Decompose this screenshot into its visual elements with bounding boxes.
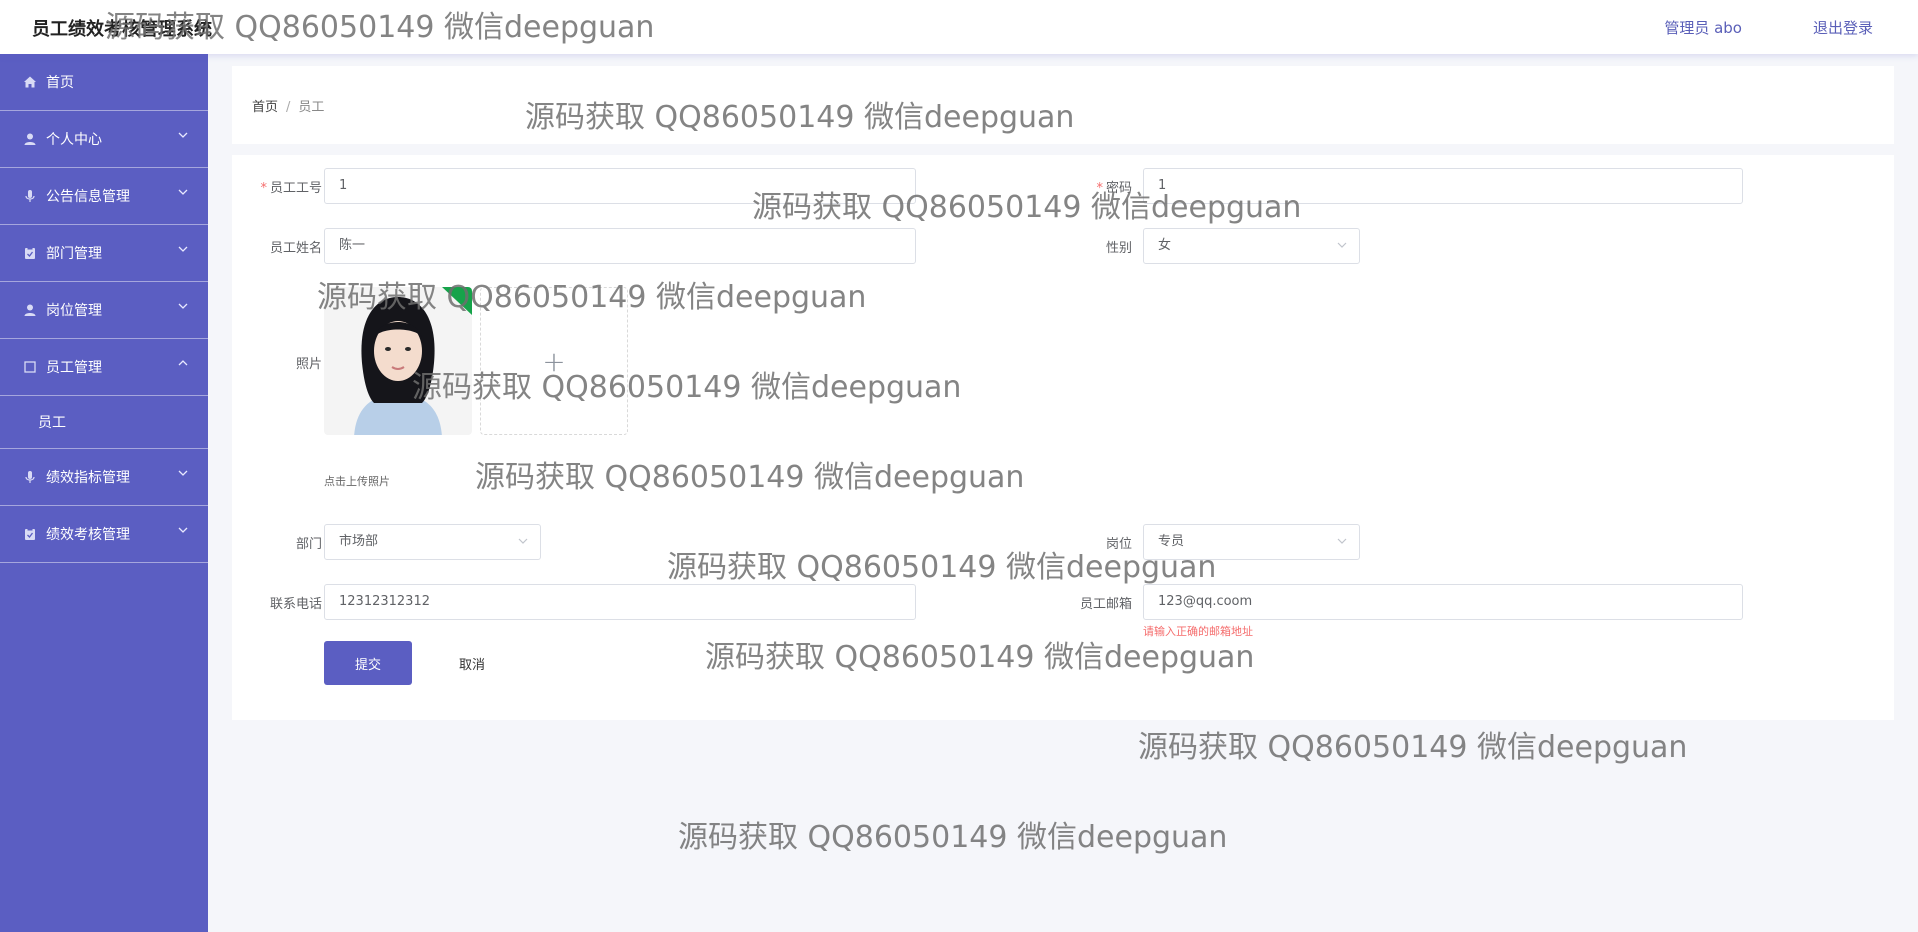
breadcrumb-card: 首页 / 员工 bbox=[232, 66, 1894, 144]
chevron-down-icon bbox=[1337, 229, 1347, 263]
sidebar-item-position[interactable]: 岗位管理 bbox=[0, 282, 208, 339]
square-icon bbox=[20, 360, 40, 374]
sidebar-item-label: 绩效考核管理 bbox=[46, 527, 130, 543]
gender-select[interactable]: 女 bbox=[1143, 228, 1360, 264]
sidebar-item-announcement[interactable]: 公告信息管理 bbox=[0, 168, 208, 225]
name-input[interactable]: 陈一 bbox=[324, 228, 916, 264]
home-icon bbox=[20, 75, 40, 89]
photo-label: 照片 bbox=[295, 357, 322, 372]
employee-no-label: * 员工工号 bbox=[260, 181, 322, 196]
breadcrumb: 首页 / 员工 bbox=[252, 96, 324, 115]
top-bar: 员工绩效考核管理系统 管理员 abo 退出登录 bbox=[0, 0, 1918, 54]
sidebar-item-performance-assessment[interactable]: 绩效考核管理 bbox=[0, 506, 208, 563]
chevron-down-icon bbox=[178, 299, 188, 313]
department-value: 市场部 bbox=[339, 534, 379, 549]
position-select[interactable]: 专员 bbox=[1143, 524, 1360, 560]
chevron-down-icon bbox=[178, 128, 188, 142]
sidebar-item-label: 部门管理 bbox=[46, 246, 102, 262]
chevron-down-icon bbox=[1337, 525, 1347, 559]
sidebar-item-label: 首页 bbox=[46, 75, 74, 91]
sidebar-item-personal-center[interactable]: 个人中心 bbox=[0, 111, 208, 168]
chevron-down-icon bbox=[178, 466, 188, 480]
logout-link[interactable]: 退出登录 bbox=[1813, 17, 1873, 38]
chevron-down-icon bbox=[178, 242, 188, 256]
phone-label: 联系电话 bbox=[269, 597, 322, 612]
email-input[interactable]: 123@qq.coom bbox=[1143, 584, 1743, 620]
sidebar: 首页 个人中心 公告信息管理 部门管理 岗位管理 员工管理 员工 绩效指标管理 … bbox=[0, 54, 208, 932]
position-value: 专员 bbox=[1158, 534, 1185, 549]
password-input[interactable]: 1 bbox=[1143, 168, 1743, 204]
chevron-down-icon bbox=[518, 525, 528, 559]
upload-hint: 点击上传照片 bbox=[324, 475, 390, 488]
sidebar-item-label: 绩效指标管理 bbox=[46, 470, 130, 486]
portrait-image bbox=[324, 287, 472, 435]
email-label: 员工邮箱 bbox=[1079, 597, 1132, 612]
user-icon bbox=[20, 303, 40, 317]
employee-photo[interactable] bbox=[324, 287, 472, 435]
gender-value: 女 bbox=[1158, 238, 1172, 253]
current-user-label: 管理员 abo bbox=[1664, 19, 1742, 37]
clipboard-icon bbox=[20, 246, 40, 260]
employee-form: * 员工工号 1 * 密码 1 员工姓名 陈一 性别 女 照片 + 点击上传照片 部… bbox=[232, 155, 1894, 720]
breadcrumb-current: 员工 bbox=[298, 100, 325, 115]
sidebar-item-home[interactable]: 首页 bbox=[0, 54, 208, 111]
position-label: 岗位 bbox=[1105, 537, 1132, 552]
plus-icon: + bbox=[542, 344, 566, 378]
breadcrumb-home-link[interactable]: 首页 bbox=[252, 100, 278, 115]
employee-no-input[interactable]: 1 bbox=[324, 168, 916, 204]
photo-upload-box[interactable]: + bbox=[480, 287, 628, 435]
password-label: * 密码 bbox=[1096, 181, 1132, 196]
sidebar-item-performance-indicator[interactable]: 绩效指标管理 bbox=[0, 449, 208, 506]
gender-label: 性别 bbox=[1105, 241, 1132, 256]
sidebar-item-label: 公告信息管理 bbox=[46, 189, 130, 205]
breadcrumb-separator: / bbox=[286, 100, 291, 115]
chevron-up-icon bbox=[178, 356, 188, 370]
chevron-down-icon bbox=[178, 523, 188, 537]
submit-button[interactable]: 提交 bbox=[324, 641, 412, 685]
watermark: 源码获取 QQ86050149 微信deepguan bbox=[1138, 730, 1688, 765]
app-title: 员工绩效考核管理系统 bbox=[32, 19, 212, 40]
sidebar-item-label: 岗位管理 bbox=[46, 303, 102, 319]
email-error-text: 请输入正确的邮箱地址 bbox=[1143, 625, 1253, 638]
phone-input[interactable]: 12312312312 bbox=[324, 584, 916, 620]
sidebar-item-label: 员工管理 bbox=[46, 360, 102, 376]
name-label: 员工姓名 bbox=[269, 241, 322, 256]
required-marker: * bbox=[1096, 181, 1103, 196]
microphone-icon bbox=[20, 189, 40, 203]
department-label: 部门 bbox=[295, 537, 322, 552]
chevron-down-icon bbox=[178, 185, 188, 199]
department-select[interactable]: 市场部 bbox=[324, 524, 541, 560]
microphone-icon bbox=[20, 470, 40, 484]
clipboard-icon bbox=[20, 527, 40, 541]
required-marker: * bbox=[260, 181, 267, 196]
sidebar-item-label: 个人中心 bbox=[46, 132, 102, 148]
sidebar-subitem-employee[interactable]: 员工 bbox=[0, 396, 208, 449]
watermark: 源码获取 QQ86050149 微信deepguan bbox=[678, 820, 1228, 855]
sidebar-item-department[interactable]: 部门管理 bbox=[0, 225, 208, 282]
user-icon bbox=[20, 132, 40, 146]
sidebar-item-employee-management[interactable]: 员工管理 bbox=[0, 339, 208, 396]
cancel-button[interactable]: 取消 bbox=[428, 641, 516, 685]
